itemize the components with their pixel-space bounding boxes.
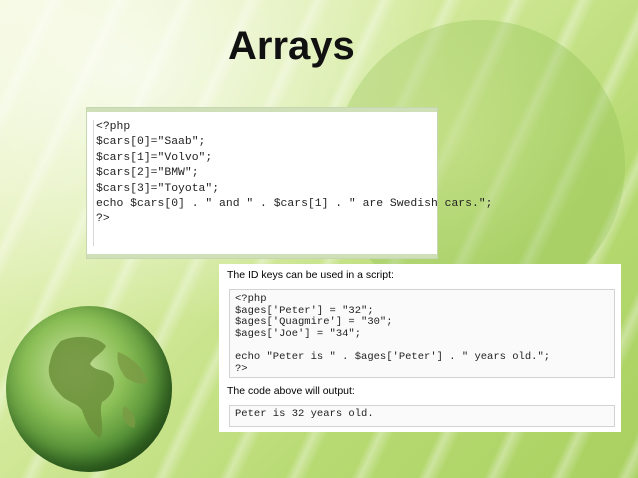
output-block: Peter is 32 years old. <box>229 405 615 427</box>
panel-heading-output: The code above will output: <box>227 385 355 397</box>
output-line: Peter is 32 years old. <box>235 408 374 420</box>
code-example-panel-ages: The ID keys can be used in a script: <?p… <box>219 264 621 432</box>
slide-title: Arrays <box>228 24 355 68</box>
code-line: <?php <box>96 121 131 133</box>
code-line: $ages['Joe'] = "34"; <box>235 327 362 340</box>
code-line: $cars[2]="BMW"; <box>96 167 199 180</box>
code-line: <?php <box>235 293 267 305</box>
code-block-cars-inner: <?php $cars[0]="Saab"; $cars[1]="Volvo";… <box>93 120 493 246</box>
code-line: ?> <box>96 213 110 226</box>
code-line: ?> <box>235 362 248 375</box>
globe-icon <box>6 306 172 472</box>
code-line: echo $cars[0] . " and " . $cars[1] . " a… <box>96 198 493 211</box>
panel-heading-id-keys: The ID keys can be used in a script: <box>227 269 394 281</box>
globe-continents <box>48 336 148 438</box>
code-line: $cars[3]="Toyota"; <box>96 182 220 195</box>
code-line: echo "Peter is " . $ages['Peter'] . " ye… <box>235 350 551 363</box>
code-line: $cars[1]="Volvo"; <box>96 151 213 164</box>
code-block-cars: <?php $cars[0]="Saab"; $cars[1]="Volvo";… <box>87 108 493 258</box>
code-block-ages: <?php $ages['Peter'] = "32"; $ages['Quag… <box>229 289 615 378</box>
code-line: $cars[0]="Saab"; <box>96 136 206 149</box>
